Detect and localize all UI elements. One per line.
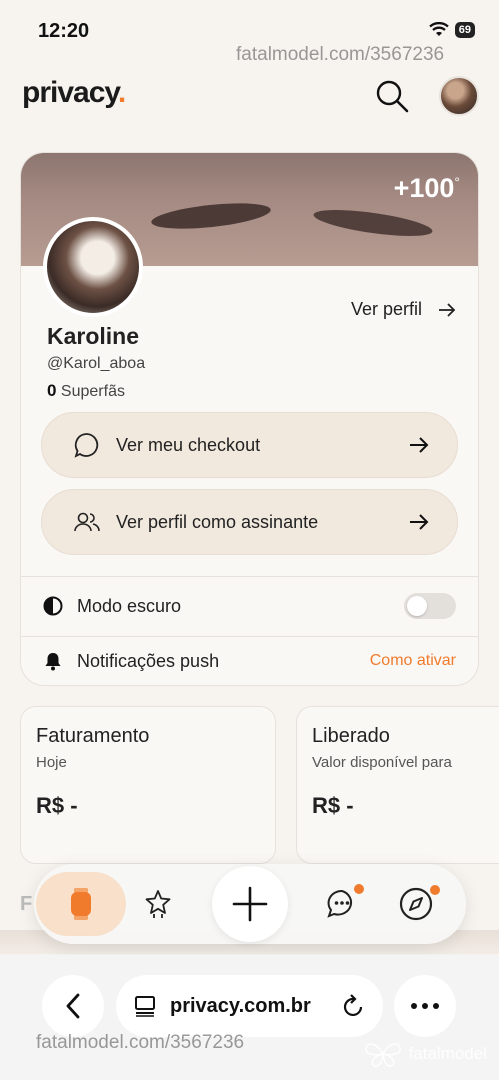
chat-bubble-icon (74, 433, 99, 458)
status-time: 12:20 (38, 20, 90, 42)
push-label: Notificações push (77, 650, 220, 671)
user-avatar-button[interactable] (439, 76, 479, 116)
banner-photo-detail (150, 198, 272, 234)
superfans-count: 0 Superfãs (47, 381, 125, 400)
status-icons: 69 (428, 22, 475, 38)
divider (21, 636, 478, 637)
dark-mode-row: Modo escuro (43, 591, 456, 621)
reload-icon[interactable] (343, 994, 365, 1018)
how-to-enable-link[interactable]: Como ativar (370, 652, 456, 670)
push-notifications-row: Notificações push Como ativar (43, 646, 456, 676)
tab-featured[interactable] (126, 872, 190, 936)
butterfly-icon (364, 1043, 401, 1067)
smartwatch-icon (71, 888, 91, 920)
watermark-logo-text: fatalmodel (408, 1044, 487, 1063)
released-value: R$ - (312, 793, 354, 818)
banner-photo-detail (312, 204, 434, 242)
checkout-button[interactable]: Ver meu checkout (41, 412, 458, 478)
followers-badge: +100° (393, 173, 460, 203)
plus-icon (232, 886, 268, 922)
chevron-left-icon (66, 993, 80, 1019)
profile-card: +100° Ver perfil Karoline @Karol_aboa 0 … (20, 152, 479, 686)
app-logo[interactable]: privacy. (22, 76, 126, 110)
page-menu-icon (135, 996, 155, 1017)
search-button[interactable] (374, 78, 410, 114)
arrow-right-icon (439, 302, 456, 317)
checkout-label: Ver meu checkout (116, 434, 261, 455)
revenue-value: R$ - (36, 793, 78, 818)
view-profile-label: Ver perfil (350, 299, 422, 319)
revenue-card[interactable]: Faturamento Hoje R$ - (20, 706, 276, 864)
wifi-icon (428, 22, 449, 36)
released-title: Liberado (312, 725, 390, 747)
watermark-logo: fatalmodel (363, 1040, 487, 1068)
bell-icon (45, 653, 61, 671)
url-text: privacy.com.br (170, 994, 311, 1017)
released-subtitle: Valor disponível para (312, 754, 452, 771)
users-icon (74, 512, 100, 532)
notification-dot (430, 885, 440, 895)
profile-name: Karoline (47, 323, 140, 349)
more-dots-icon (411, 1003, 439, 1009)
dark-mode-label: Modo escuro (77, 595, 182, 616)
revenue-title: Faturamento (36, 725, 150, 747)
chat-dots-icon (327, 889, 353, 918)
arrow-right-icon (410, 437, 429, 453)
compass-icon (399, 887, 433, 921)
section-title-partial: F (20, 893, 33, 915)
add-post-button[interactable] (212, 866, 288, 942)
view-profile-link[interactable]: Ver perfil (351, 299, 456, 320)
dark-mode-toggle[interactable] (404, 593, 456, 619)
battery-indicator: 69 (454, 22, 475, 38)
view-as-subscriber-button[interactable]: Ver perfil como assinante (41, 489, 458, 555)
tab-explore[interactable] (384, 872, 448, 936)
browser-back-button[interactable] (42, 975, 104, 1037)
view-as-subscriber-label: Ver perfil como assinante (116, 511, 319, 532)
tab-messages[interactable] (310, 872, 374, 936)
revenue-subtitle: Hoje (36, 754, 67, 771)
released-card[interactable]: Liberado Valor disponível para R$ - (296, 706, 499, 864)
tab-dashboard[interactable] (36, 872, 126, 936)
watermark-bottom: fatalmodel.com/3567236 (36, 1032, 245, 1053)
profile-picture[interactable] (43, 217, 143, 317)
address-bar[interactable]: privacy.com.br (116, 975, 383, 1037)
divider (21, 576, 478, 577)
notification-dot (354, 884, 364, 894)
contrast-icon (43, 596, 63, 616)
search-icon (376, 80, 409, 113)
star-icon (145, 890, 171, 918)
bottom-tab-bar (34, 864, 466, 944)
watermark-top: fatalmodel.com/3567236 (236, 44, 445, 65)
arrow-right-icon (410, 514, 429, 530)
browser-more-button[interactable] (394, 975, 456, 1037)
profile-handle: @Karol_aboa (47, 355, 146, 372)
